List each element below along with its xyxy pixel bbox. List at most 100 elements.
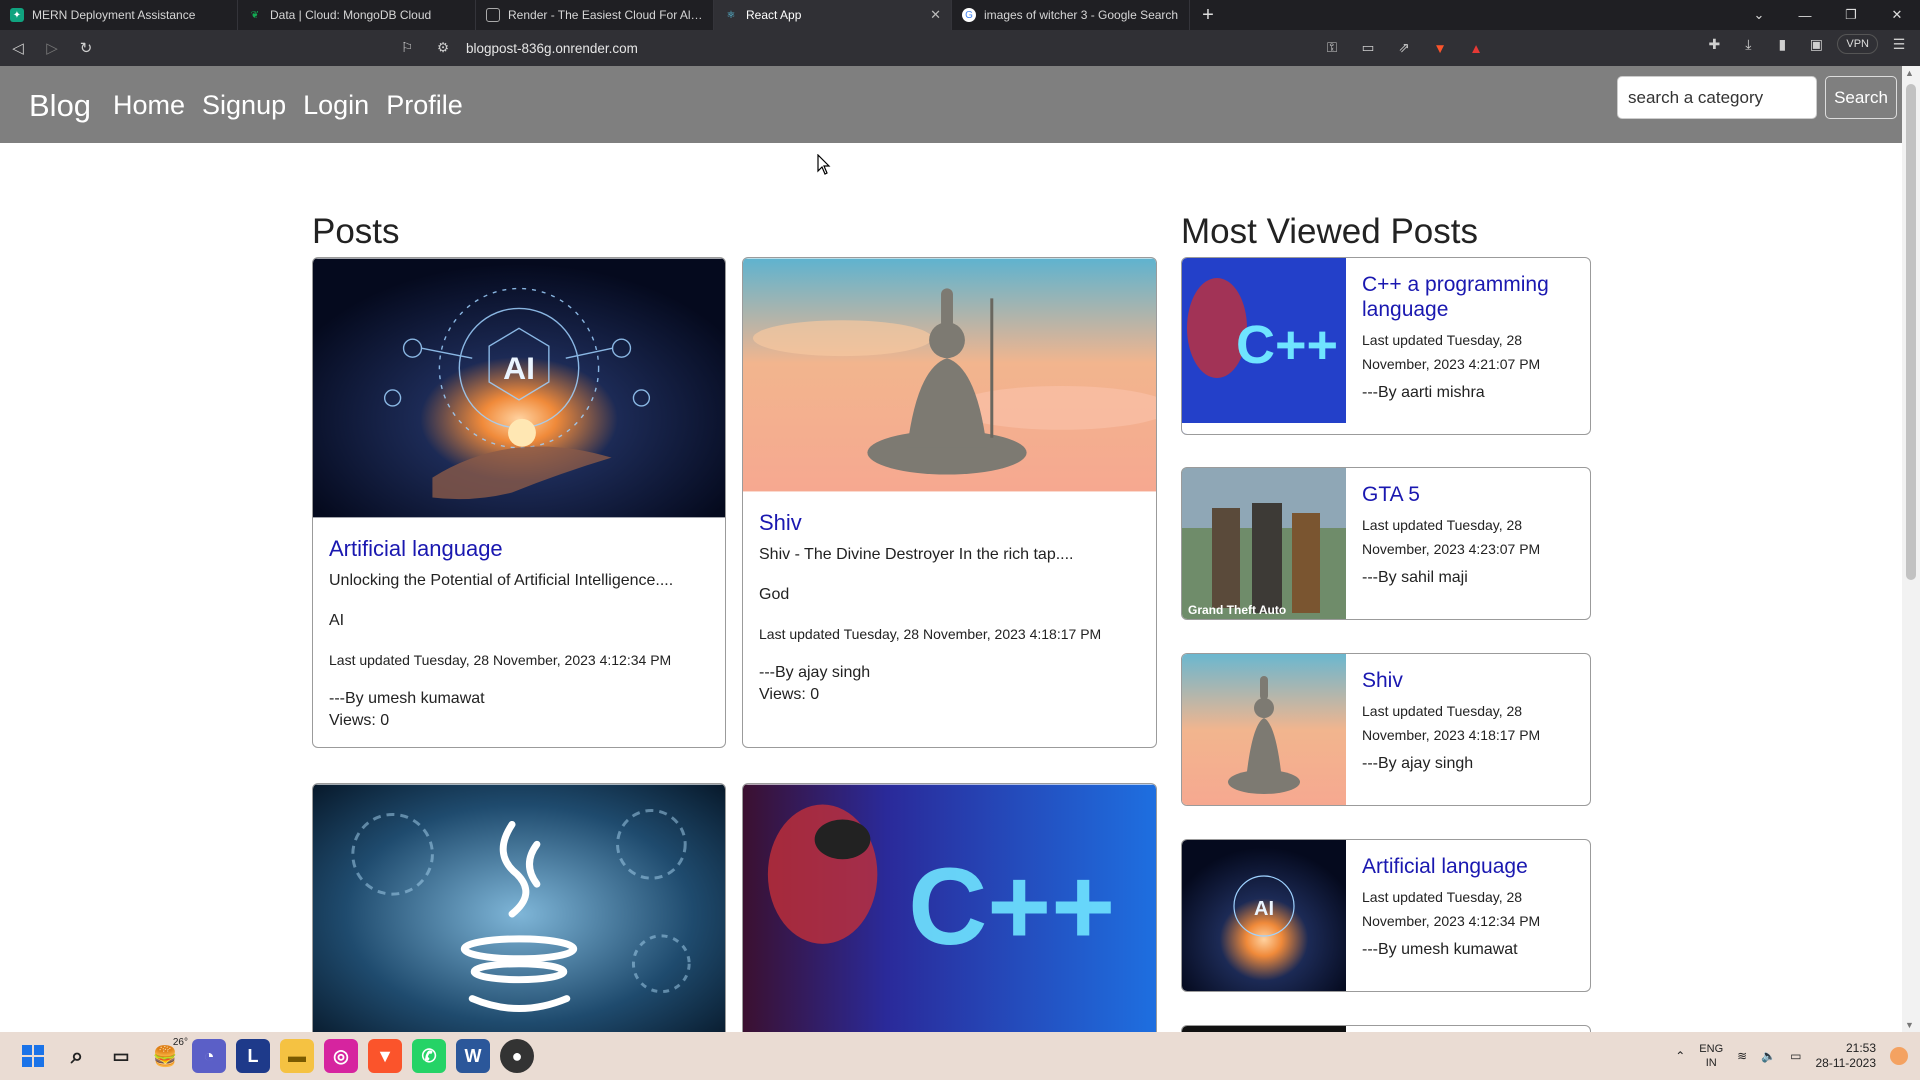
site-info-icon[interactable]: ⚙ [430,40,456,56]
notification-icon[interactable] [1890,1047,1908,1065]
site-navbar: Blog Home Signup Login Profile Search [0,66,1902,143]
restore-icon[interactable]: ❐ [1828,0,1874,30]
post-category: AI [329,612,345,629]
task-view-icon[interactable]: ▭ [104,1039,138,1073]
category-search-input[interactable] [1617,76,1817,119]
brave-browser-icon[interactable]: ▼ [368,1039,402,1073]
whatsapp-icon[interactable]: ✆ [412,1039,446,1073]
post-author: ---By umesh kumawat [329,690,485,707]
tab-mongodb[interactable]: ❦ Data | Cloud: MongoDB Cloud [238,0,476,30]
nav-home[interactable]: Home [113,90,185,121]
posts-heading: Posts [312,212,400,251]
svg-text:AI: AI [1254,898,1274,920]
svg-text:Grand Theft Auto: Grand Theft Auto [1188,603,1286,617]
app-badge-icon[interactable]: ● [500,1039,534,1073]
brave-shields-icon[interactable]: ▼ [1427,41,1453,56]
post-card[interactable]: C++ [742,783,1157,1032]
post-title-link[interactable]: Shiv [759,510,1140,536]
most-viewed-updated: Last updated Tuesday, 28 November, 2023 … [1362,332,1541,372]
most-viewed-updated: Last updated Tuesday, 28 November, 2023 … [1362,517,1541,557]
nav-signup[interactable]: Signup [202,90,286,121]
minimize-icon[interactable]: — [1782,0,1828,30]
extensions-icon[interactable]: ✚ [1701,36,1727,53]
sidebar-icon[interactable]: ▮ [1769,36,1795,53]
wifi-icon[interactable]: ≋ [1737,1049,1747,1063]
bookmark-icon[interactable]: ⚐ [394,40,420,56]
clock[interactable]: 21:53 28-11-2023 [1816,1041,1877,1071]
tab-render[interactable]: Render - The Easiest Cloud For All You [476,0,714,30]
most-viewed-title-link[interactable]: Shiv [1362,668,1582,693]
nav-profile[interactable]: Profile [386,90,463,121]
render-icon [486,8,500,22]
scroll-up-arrow-icon[interactable]: ▲ [1905,68,1914,78]
scroll-down-arrow-icon[interactable]: ▼ [1905,1020,1914,1030]
browser-tab-strip: ✦ MERN Deployment Assistance ❦ Data | Cl… [0,0,1920,30]
most-viewed-card[interactable] [1181,1025,1591,1032]
forward-icon[interactable]: ▷ [36,33,68,63]
tab-google-search[interactable]: G images of witcher 3 - Google Search [952,0,1190,30]
tab-mern-deployment[interactable]: ✦ MERN Deployment Assistance [0,0,238,30]
shiv-statue-image [743,258,1156,492]
svg-text:AI: AI [503,350,535,386]
web-page: Blog Home Signup Login Profile Search Po… [0,66,1920,1032]
tray-overflow-icon[interactable]: ⌃ [1675,1049,1685,1063]
post-updated: Last updated Tuesday, 28 November, 2023 … [329,652,672,668]
back-icon[interactable]: ◁ [2,33,34,63]
ai-thumbnail: AI [1182,840,1346,991]
most-viewed-title-link[interactable]: GTA 5 [1362,482,1582,507]
reload-icon[interactable]: ↻ [70,33,102,63]
word-icon[interactable]: W [456,1039,490,1073]
weather-icon[interactable]: 🍔 26° [148,1037,188,1073]
most-viewed-author: ---By umesh kumawat [1362,941,1518,958]
svg-text:C++: C++ [1236,315,1338,375]
windows-start-icon[interactable] [16,1039,50,1073]
cast-icon[interactable]: ▭ [1355,40,1381,56]
close-window-icon[interactable]: ✕ [1874,0,1920,30]
volume-icon[interactable]: 🔈 [1761,1049,1776,1063]
tab-list-chevron-icon[interactable]: ⌄ [1736,0,1782,30]
download-icon[interactable]: ⤓ [1735,36,1761,53]
post-title-link[interactable]: Artificial language [329,536,709,562]
scrollbar-thumb[interactable] [1906,84,1916,580]
post-card[interactable]: AI Artificial language Unlocking the Pot… [312,257,726,748]
most-viewed-author: ---By ajay singh [1362,755,1474,772]
menu-icon[interactable]: ☰ [1886,36,1912,53]
address-bar[interactable]: ⚐ ⚙ blogpost-836g.onrender.com ⚿ ▭ ⇗ ▼ ▲ [384,34,1499,62]
search-icon[interactable]: ⌕ [60,1039,94,1073]
tab-react-app[interactable]: ⚛ React App ✕ [714,0,952,30]
most-viewed-title-link[interactable]: C++ a programming language [1362,272,1582,322]
post-card[interactable]: Shiv Shiv - The Divine Destroyer In the … [742,257,1157,748]
most-viewed-card[interactable]: AI Artificial language Last updated Tues… [1181,839,1591,992]
mouse-cursor-icon [817,154,831,175]
most-viewed-card[interactable]: C++ C++ a programming language Last upda… [1181,257,1591,435]
mongodb-leaf-icon: ❦ [250,9,260,21]
url-text[interactable]: blogpost-836g.onrender.com [466,41,1309,56]
nav-login[interactable]: Login [303,90,369,121]
battery-icon[interactable]: ▭ [1790,1049,1801,1063]
brave-rewards-icon[interactable]: ▲ [1463,41,1489,56]
close-tab-icon[interactable]: ✕ [930,7,941,23]
vpn-button[interactable]: VPN [1837,34,1878,54]
most-viewed-heading: Most Viewed Posts [1181,212,1478,251]
file-explorer-icon[interactable]: ▬ [280,1039,314,1073]
new-tab-button[interactable]: + [1194,1,1222,29]
wallet-icon[interactable]: ▣ [1803,36,1829,53]
page-scrollbar[interactable]: ▲ ▼ [1902,66,1920,1032]
share-icon[interactable]: ⇗ [1391,40,1417,56]
launcher-l-icon[interactable]: L [236,1039,270,1073]
cpp-image: C++ [743,784,1156,1032]
teams-chat-icon[interactable]: ◔ [192,1039,226,1073]
most-viewed-author: ---By sahil maji [1362,569,1468,586]
google-icon: G [962,8,976,22]
language-indicator[interactable]: ENG IN [1699,1042,1723,1070]
instagram-icon[interactable]: ◎ [324,1039,358,1073]
most-viewed-card[interactable]: Grand Theft Auto GTA 5 Last updated Tues… [1181,467,1591,620]
brand-logo[interactable]: Blog [29,88,91,124]
key-icon[interactable]: ⚿ [1319,40,1345,56]
most-viewed-card[interactable]: Shiv Last updated Tuesday, 28 November, … [1181,653,1591,806]
search-button[interactable]: Search [1825,76,1897,119]
post-card[interactable] [312,783,726,1032]
most-viewed-title-link[interactable]: Artificial language [1362,854,1582,879]
chatgpt-icon: ✦ [10,8,24,22]
shiv-thumbnail [1182,654,1346,805]
